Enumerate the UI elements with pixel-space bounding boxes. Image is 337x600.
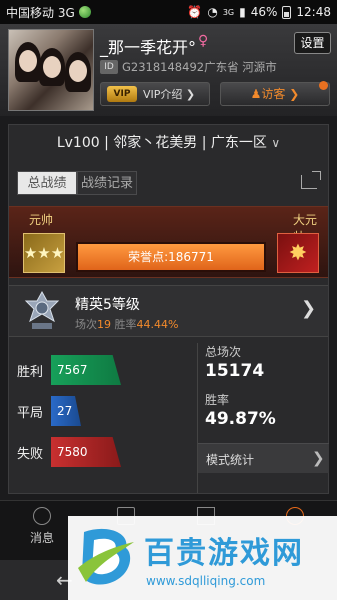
tier-winrate-label: 胜率 — [114, 318, 137, 331]
elite-tier-icon — [24, 291, 60, 329]
tier-row[interactable]: 精英5等级 场次19 胜率44.44% ❯ — [9, 285, 328, 337]
draw-label: 平局 — [17, 405, 44, 421]
username: _那一季花开° — [100, 38, 197, 57]
vip-logo-icon: VIP — [107, 86, 137, 102]
watermark-logo-icon — [78, 528, 134, 585]
mode-stats-button[interactable]: 模式统计 ❯ — [198, 443, 329, 473]
visitor-button[interactable]: ♟访客 ❯ — [220, 82, 330, 106]
win-label: 胜利 — [17, 364, 44, 380]
clock: 12:48 — [296, 5, 331, 19]
screen: 中国移动 3G ⏰ ◔ 3G ▮ 46% 12:48 _那一季花开° ♀ 设置 … — [0, 0, 337, 600]
win-row: 胜利 7567 — [17, 355, 121, 385]
battery-percent: 46% — [250, 5, 278, 19]
draw-row: 平局 27 — [17, 396, 81, 426]
honor-points-bar: 荣誉点:186771 — [76, 242, 266, 272]
chevron-right-icon: ❯ — [312, 449, 325, 467]
watermark: 百贵游戏网 www.sdqlliqing.com — [68, 516, 337, 600]
battery-icon — [282, 5, 292, 19]
chevron-down-icon: ∨ — [271, 136, 281, 150]
tier-matches-value: 19 — [97, 318, 111, 331]
watermark-title: 百贵游戏网 — [144, 536, 304, 571]
message-icon — [33, 507, 51, 525]
signal-icon: ▮ — [239, 5, 246, 19]
stats-tabs: 总战绩 战绩记录 — [17, 171, 137, 195]
globe-icon — [78, 6, 91, 18]
loss-bar: 7580 — [51, 437, 121, 467]
status-bar: 中国移动 3G ⏰ ◔ 3G ▮ 46% 12:48 — [0, 0, 337, 24]
chevron-right-icon: ❯ — [301, 298, 317, 319]
wifi-icon: ◔ — [207, 5, 218, 19]
share-icon[interactable] — [301, 171, 321, 189]
nav-label-messages: 消息 — [29, 531, 54, 545]
alarm-icon: ⏰ — [187, 5, 203, 19]
level-server-selector[interactable]: Lv100 | 邻家丶花美男 | 广东一区 ∨ — [9, 132, 328, 152]
vip-intro-button[interactable]: VIP VIP介绍 ❯ — [100, 82, 210, 106]
female-icon: ♀ — [198, 33, 209, 49]
draw-bar: 27 — [51, 396, 81, 426]
tier-matches-label: 场次 — [75, 318, 97, 331]
carrier-label: 中国移动 3G — [6, 5, 75, 20]
avatar[interactable] — [8, 29, 94, 111]
id-badge: ID — [100, 60, 118, 74]
honor-section: 元帅 大元帅 ★★★ 荣誉点:186771 ✸ — [9, 206, 328, 278]
stats-panel: Lv100 | 邻家丶花美男 | 广东一区 ∨ 总战绩 战绩记录 元帅 大元帅 … — [8, 124, 329, 494]
loss-row: 失败 7580 — [17, 437, 121, 467]
notification-dot — [319, 81, 328, 90]
level-server-label: Lv100 | 邻家丶花美男 | 广东一区 — [56, 135, 267, 151]
mode-stats-label: 模式统计 — [206, 453, 255, 467]
win-rate-label: 胜率 — [205, 393, 230, 407]
watermark-url: www.sdqlliqing.com — [146, 574, 266, 588]
win-rate-value: 49.87% — [205, 409, 276, 429]
vip-intro-label: VIP介绍 ❯ — [143, 88, 196, 101]
tier-name: 精英5等级 — [75, 297, 140, 313]
tab-total-record[interactable]: 总战绩 — [17, 171, 77, 195]
marshal-rank-icon: ★★★ — [23, 233, 65, 273]
loss-label: 失败 — [17, 446, 44, 462]
grand-marshal-rank-icon: ✸ — [277, 233, 319, 273]
current-rank-label: 元帅 — [29, 213, 54, 227]
nav-item-messages[interactable]: 消息 — [22, 507, 62, 557]
settings-button[interactable]: 设置 — [294, 32, 331, 54]
id-location-text: G2318148492广东省 河源市 — [122, 60, 277, 74]
total-matches-label: 总场次 — [205, 345, 242, 359]
tier-stats: 场次19 胜率44.44% — [75, 316, 178, 332]
profile-header: _那一季花开° ♀ 设置 ID G2318148492广东省 河源市 VIP V… — [0, 24, 337, 116]
win-bar: 7567 — [51, 355, 121, 385]
tier-winrate-value: 44.44% — [136, 318, 179, 331]
tab-match-history[interactable]: 战绩记录 — [77, 171, 137, 195]
signal-label: 3G — [222, 7, 235, 17]
total-matches-value: 15174 — [205, 361, 265, 381]
